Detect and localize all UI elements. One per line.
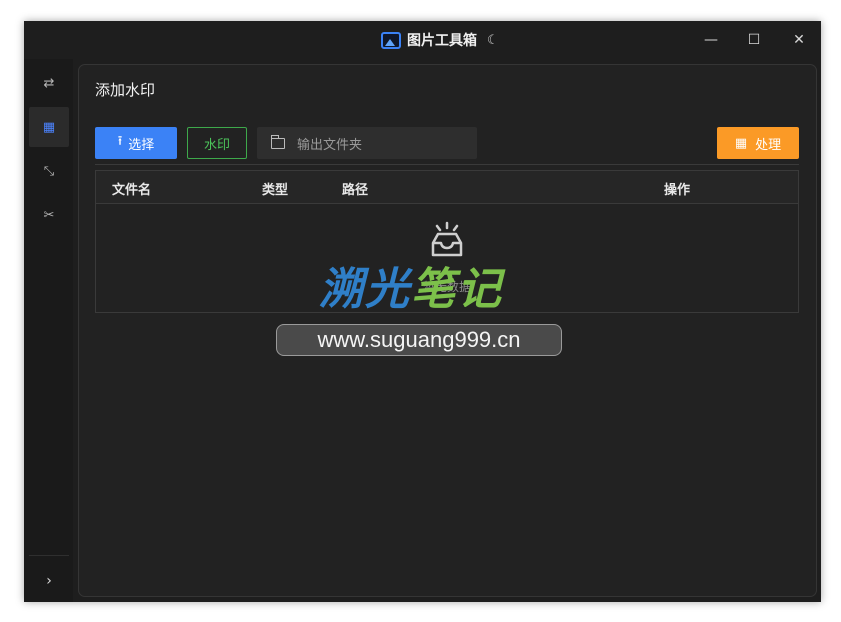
maximize-button[interactable]: ☐ — [743, 30, 765, 50]
column-header-filename: 文件名 — [112, 183, 152, 198]
sidebar-item-compress[interactable]: ⤡ — [29, 151, 69, 191]
sidebar-expand-button[interactable]: › — [29, 564, 69, 598]
sidebar-divider — [29, 555, 69, 556]
folder-icon — [270, 134, 285, 149]
overlay-url-watermark: www.suguang999.cn — [276, 324, 562, 356]
moon-icon[interactable]: ☾ — [487, 33, 499, 48]
overlay-brand-watermark: 溯光笔记 — [319, 253, 503, 317]
minimize-button[interactable]: — — [700, 30, 722, 50]
process-button[interactable]: ▦ 处理 — [717, 127, 799, 159]
column-header-type: 类型 — [262, 183, 289, 198]
page-title: 添加水印 — [95, 81, 156, 99]
watermark-button-label: 水印 — [203, 137, 230, 153]
image-icon — [381, 31, 401, 49]
checker-icon: ▦ — [42, 119, 56, 135]
output-folder-input[interactable]: 输出文件夹 — [257, 127, 477, 159]
sidebar-item-watermark[interactable]: ▦ — [29, 107, 69, 147]
app-title: 图片工具箱 ☾ — [381, 30, 499, 50]
sidebar-item-convert[interactable]: ⇄ — [29, 63, 69, 103]
app-title-text: 图片工具箱 — [407, 33, 477, 49]
table-header: 文件名 类型 路径 操作 — [96, 171, 798, 204]
title-bar: 图片工具箱 ☾ — ☐ ✕ — [24, 21, 821, 59]
chevron-right-icon: › — [46, 573, 52, 589]
column-header-actions: 操作 — [664, 183, 691, 198]
checker-icon: ▦ — [734, 135, 748, 151]
compress-icon: ⤡ — [43, 163, 55, 179]
swap-icon: ⇄ — [43, 75, 55, 91]
close-button[interactable]: ✕ — [788, 30, 810, 50]
scissors-icon: ✂ — [43, 207, 55, 223]
select-button[interactable]: ⭱ 选择 — [95, 127, 177, 159]
sidebar: ⇄ ▦ ⤡ ✂ › — [24, 59, 73, 602]
brand-text-part2: 笔记 — [411, 264, 503, 315]
process-button-label: 处理 — [755, 137, 782, 153]
column-header-path: 路径 — [342, 183, 369, 198]
watermark-button[interactable]: 水印 — [187, 127, 247, 159]
app-window: 图片工具箱 ☾ — ☐ ✕ ⇄ ▦ ⤡ ✂ › 添加水印 ⭱ 选择 水印 输出文… — [24, 21, 821, 602]
upload-icon: ⭱ — [117, 134, 123, 149]
sidebar-item-crop[interactable]: ✂ — [29, 195, 69, 235]
select-button-label: 选择 — [128, 137, 155, 153]
brand-text-part1: 溯光 — [319, 264, 411, 315]
output-folder-placeholder: 输出文件夹 — [297, 137, 363, 153]
toolbar-divider — [95, 164, 799, 165]
